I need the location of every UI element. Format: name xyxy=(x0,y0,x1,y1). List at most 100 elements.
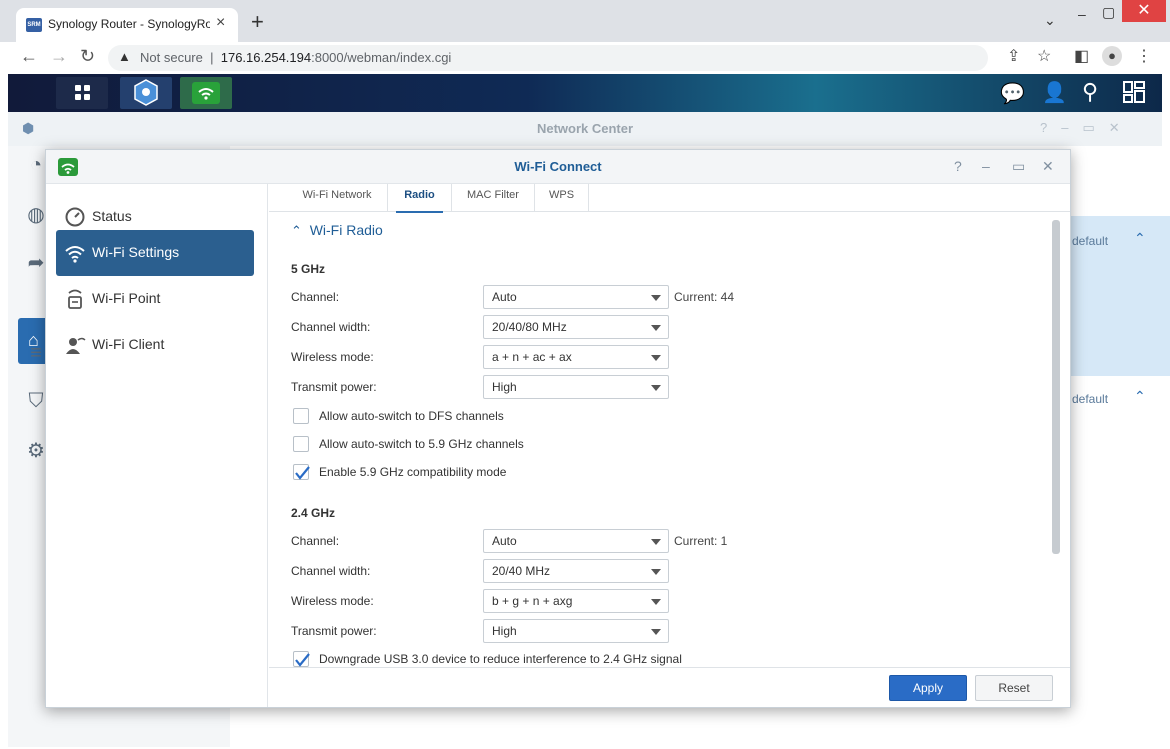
minimize-icon[interactable]: – xyxy=(1078,6,1086,22)
close-window-icon[interactable]: ✕ xyxy=(1122,0,1166,22)
widgets-icon[interactable] xyxy=(1122,80,1146,109)
tab-bar: Wi-Fi Network Radio MAC Filter WPS xyxy=(269,184,1070,213)
wifi-connect-window: Wi-Fi Connect ? – ▭ ✕ Status Wi-Fi Setti… xyxy=(45,149,1071,708)
collapse-icon[interactable]: ⌃ xyxy=(1134,230,1146,247)
compat-checkbox[interactable] xyxy=(293,464,310,480)
help-icon[interactable]: ? xyxy=(954,158,962,174)
new-tab-icon[interactable]: + xyxy=(251,11,264,33)
sidebar-item-label: Wi-Fi Client xyxy=(92,336,165,352)
star-icon[interactable]: ☆ xyxy=(1037,46,1051,66)
taskbar-network-center[interactable] xyxy=(120,77,172,109)
network-center-controls[interactable]: ?–▭✕ xyxy=(1040,120,1134,136)
nc-section-2: default ⌃ xyxy=(1070,382,1170,502)
chevron-up-icon: ⌃ xyxy=(291,223,302,238)
profile-icon[interactable]: ● xyxy=(1102,46,1122,66)
wireless-mode-24ghz-select[interactable]: b + g + n + axg xyxy=(483,589,669,613)
transmit-power-24ghz-select[interactable]: High xyxy=(483,619,669,643)
close-tab-icon[interactable]: × xyxy=(216,14,225,32)
status-icon xyxy=(65,207,85,227)
wifi-point-icon xyxy=(68,289,82,309)
browser-tab[interactable]: SRM Synology Router - SynologyRouter × xyxy=(16,8,238,42)
sidebar-item-wifi-point[interactable]: Wi-Fi Point xyxy=(56,276,254,322)
compat-label: Enable 5.9 GHz compatibility mode xyxy=(319,465,507,479)
maximize-icon[interactable]: ▭ xyxy=(1012,158,1025,175)
wifi-connect-icon xyxy=(192,82,220,104)
channel-width-24ghz-select[interactable]: 20/40 MHz xyxy=(483,559,669,583)
tab-radio[interactable]: Radio xyxy=(388,184,452,213)
chat-icon[interactable]: 💬 xyxy=(1000,81,1025,106)
band-24ghz-header: 2.4 GHz xyxy=(291,506,336,520)
favicon: SRM xyxy=(26,18,42,32)
dropdown-arrow-icon xyxy=(651,385,661,391)
network-center-icon: ⬢ xyxy=(22,120,35,136)
channel-width-label: Channel width: xyxy=(291,320,371,334)
dropdown-arrow-icon xyxy=(651,539,661,545)
sidebar-item-label: Wi-Fi Point xyxy=(92,290,161,306)
window-titlebar[interactable]: Wi-Fi Connect ? – ▭ ✕ xyxy=(46,150,1070,184)
url-text: Not secure | 176.16.254.194:8000/webman/… xyxy=(140,50,452,65)
dfs-label: Allow auto-switch to DFS channels xyxy=(319,409,504,423)
restore-default-link[interactable]: default xyxy=(1072,392,1108,406)
sidebar-item-wifi-settings[interactable]: Wi-Fi Settings xyxy=(56,230,254,276)
tab-wifi-network[interactable]: Wi-Fi Network xyxy=(287,184,388,212)
dfs-checkbox[interactable] xyxy=(293,408,309,424)
section-title: Wi-Fi Radio xyxy=(309,222,383,238)
channel-5ghz-select[interactable]: Auto xyxy=(483,285,669,309)
dropdown-arrow-icon xyxy=(651,569,661,575)
apply-button[interactable]: Apply xyxy=(889,675,967,701)
forward-icon[interactable]: → xyxy=(50,46,68,67)
channel-width-5ghz-select[interactable]: 20/40/80 MHz xyxy=(483,315,669,339)
scrollbar-thumb[interactable] xyxy=(1052,220,1060,554)
window-sidebar: Status Wi-Fi Settings Wi-Fi Point Wi-Fi … xyxy=(46,184,268,707)
warning-icon[interactable]: ▲ xyxy=(118,49,131,64)
restore-default-link[interactable]: default xyxy=(1072,234,1108,248)
dropdown-arrow-icon xyxy=(651,325,661,331)
section-header[interactable]: ⌃ Wi-Fi Radio xyxy=(291,222,383,239)
ghz59-checkbox[interactable] xyxy=(293,436,309,452)
user-icon[interactable]: 👤 xyxy=(1042,80,1067,105)
browser-tab-strip: SRM Synology Router - SynologyRouter × +… xyxy=(0,0,1170,42)
channel-label: Channel: xyxy=(291,290,340,304)
address-bar[interactable]: ▲ Not secure | 176.16.254.194:8000/webma… xyxy=(108,45,988,71)
sidebar-item-label: Status xyxy=(92,208,132,224)
network-center-title: Network Center xyxy=(8,112,1162,146)
transmit-power-label: Transmit power: xyxy=(291,624,377,638)
transmit-power-5ghz-select[interactable]: High xyxy=(483,375,669,399)
dropdown-arrow-icon xyxy=(651,629,661,635)
search-icon[interactable]: ⚲ xyxy=(1082,79,1098,105)
menu-icon[interactable]: ⋮ xyxy=(1136,46,1152,66)
share-icon[interactable]: ⇪ xyxy=(1007,46,1020,66)
wireless-mode-label: Wireless mode: xyxy=(291,350,374,364)
reset-button[interactable]: Reset xyxy=(975,675,1053,701)
reload-icon[interactable]: ↻ xyxy=(80,46,95,67)
wireless-mode-label: Wireless mode: xyxy=(291,594,374,608)
sidebar-item-wifi-client[interactable]: Wi-Fi Client xyxy=(56,322,254,368)
nc-section-1: default ⌃ xyxy=(1070,216,1170,376)
dropdown-arrow-icon xyxy=(651,599,661,605)
url-path: :8000/webman/index.cgi xyxy=(311,50,452,65)
collapse-icon[interactable]: ⌃ xyxy=(1134,388,1146,405)
channel-24ghz-select[interactable]: Auto xyxy=(483,529,669,553)
channel-label: Channel: xyxy=(291,534,340,548)
maximize-icon[interactable]: ▢ xyxy=(1102,4,1115,21)
wireless-mode-5ghz-select[interactable]: a + n + ac + ax xyxy=(483,345,669,369)
window-title: Wi-Fi Connect xyxy=(514,159,602,174)
minimize-icon[interactable]: – xyxy=(982,158,990,174)
wifi-client-icon xyxy=(66,337,86,354)
security-label: Not secure xyxy=(140,50,203,65)
back-icon[interactable]: ← xyxy=(20,46,38,67)
current-channel: Current: 1 xyxy=(674,534,728,548)
usb-downgrade-checkbox[interactable] xyxy=(293,651,310,667)
network-center-icon xyxy=(134,79,158,106)
main-menu-button[interactable] xyxy=(56,77,108,109)
transmit-power-label: Transmit power: xyxy=(291,380,377,394)
sidepanel-icon[interactable]: ◧ xyxy=(1074,46,1089,66)
tab-wps[interactable]: WPS xyxy=(535,184,589,212)
tab-mac-filter[interactable]: MAC Filter xyxy=(452,184,535,212)
apps-icon xyxy=(75,85,90,100)
window-footer: Apply Reset xyxy=(269,667,1070,707)
close-icon[interactable]: ✕ xyxy=(1042,158,1054,175)
chevron-down-icon[interactable]: ⌄ xyxy=(1044,12,1056,29)
checkmark-icon xyxy=(295,653,310,667)
taskbar-wifi-connect[interactable] xyxy=(180,77,232,109)
